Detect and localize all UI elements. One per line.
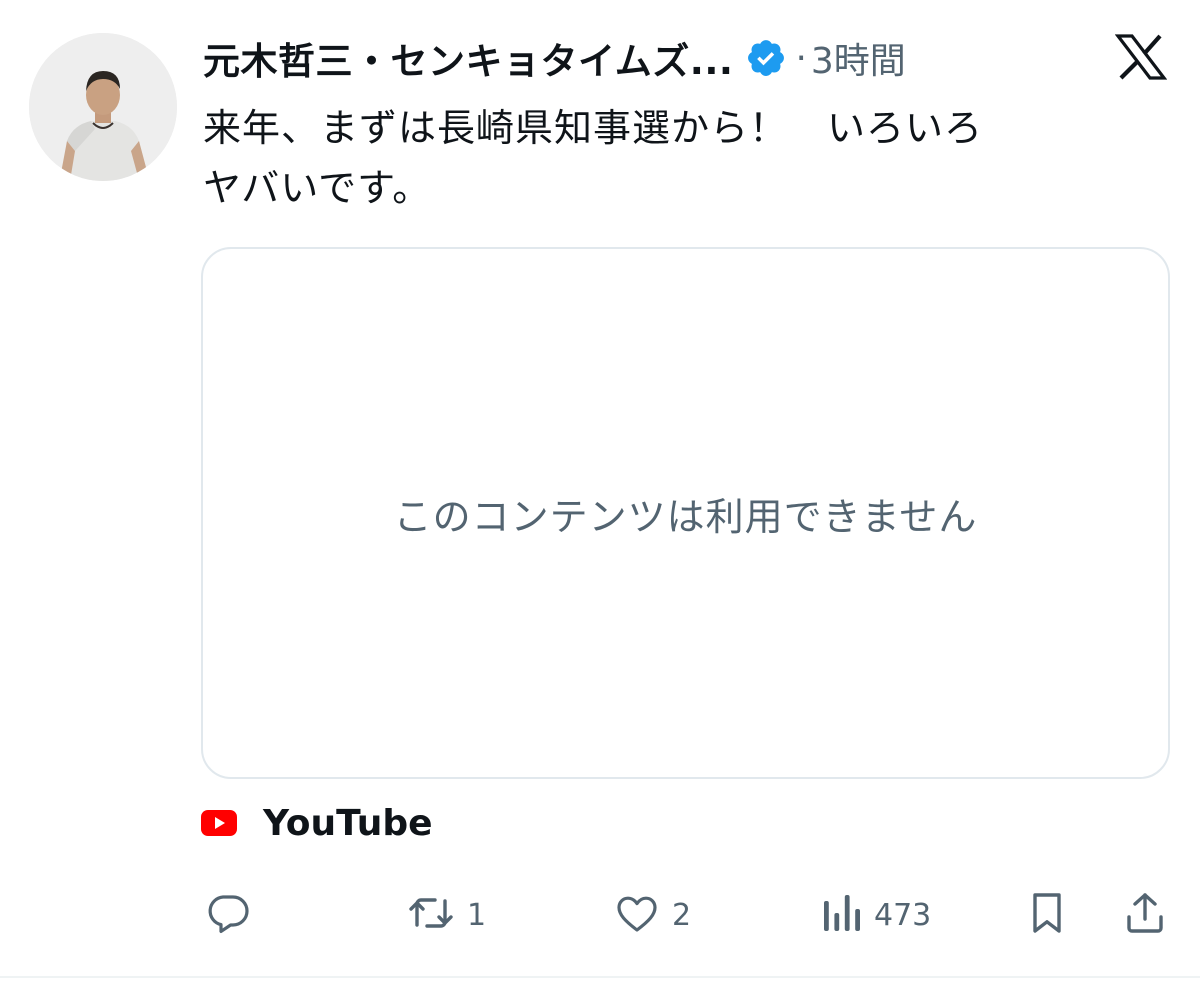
divider [0, 976, 1200, 978]
separator: · [795, 37, 807, 79]
tweet-text-line: ヤバいです。 [203, 166, 432, 210]
retweet-button[interactable]: 1 [405, 885, 486, 945]
like-button[interactable]: 2 [612, 885, 691, 945]
link-card[interactable]: このコンテンツは利用できません [201, 247, 1170, 779]
card-source[interactable]: YouTube [201, 800, 433, 846]
content-unavailable-message: このコンテンツは利用できません [393, 494, 978, 539]
avatar[interactable] [29, 33, 177, 181]
retweet-count: 1 [467, 897, 487, 933]
youtube-icon [201, 810, 237, 836]
share-icon [1122, 889, 1168, 941]
views-button[interactable]: 473 [820, 885, 931, 945]
tweet-text-line: 来年、まずは長崎県知事選から！ いろいろ [203, 106, 984, 150]
reply-button[interactable] [204, 885, 262, 945]
bookmark-button[interactable] [1026, 885, 1068, 945]
x-logo-icon[interactable] [1114, 34, 1168, 80]
avatar-photo [29, 33, 177, 181]
tweet[interactable]: 元木哲三・センキョタイムズ... · 3時間 来年、まずは長崎県知事選から！ い… [0, 0, 1200, 989]
bookmark-icon [1026, 889, 1068, 941]
verified-badge-icon [745, 37, 787, 79]
tweet-text: 来年、まずは長崎県知事選から！ いろいろ ヤバいです。 [203, 98, 1163, 218]
views-count: 473 [874, 897, 932, 933]
analytics-icon [820, 889, 864, 941]
heart-icon [612, 889, 662, 941]
retweet-icon [405, 889, 457, 941]
timestamp[interactable]: 3時間 [811, 32, 906, 84]
tweet-header: 元木哲三・センキョタイムズ... · 3時間 [203, 28, 906, 88]
display-name[interactable]: 元木哲三・センキョタイムズ... [203, 31, 733, 85]
action-bar: 1 2 473 [0, 885, 1200, 945]
source-name: YouTube [263, 802, 433, 844]
share-button[interactable] [1122, 885, 1168, 945]
reply-icon [204, 889, 252, 941]
like-count: 2 [672, 897, 692, 933]
